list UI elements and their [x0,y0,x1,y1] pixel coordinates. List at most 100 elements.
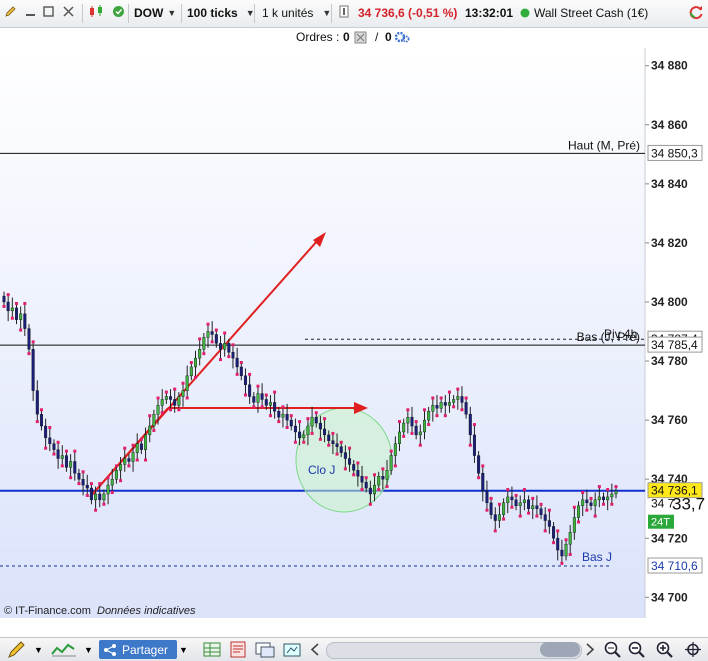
orders-row: Ordres : 0 / 0 [0,27,708,48]
copyright-text: © IT-Finance.com [4,605,91,617]
price-chart[interactable]: Haut (M, Pré)Piv 4hBas (J, Pré)Bas J Clo… [0,48,708,618]
candle-marker [581,490,585,494]
orders-count-2: 0 [385,30,392,44]
candle-body [456,396,460,400]
minimize-icon[interactable] [24,5,37,18]
candle-body [373,484,377,495]
candle-body [285,414,289,421]
candle-marker [169,408,173,412]
candle-marker [177,408,181,412]
y-tick-label: 34 720 [651,531,688,545]
scroll-right-icon[interactable] [583,640,597,659]
candle-body [252,396,256,403]
candle-body [385,470,389,480]
candle-marker [327,443,331,447]
candle-marker [452,405,456,409]
candle-marker [539,502,543,506]
candle-marker [14,301,18,305]
share-button[interactable]: Partager [99,640,177,659]
crosshair-icon[interactable] [682,640,704,659]
candle-body [173,399,177,406]
drawing-tools-icon[interactable] [6,640,28,659]
zoom-fit-icon[interactable] [602,640,624,659]
orders-label: Ordres : [296,30,340,44]
scrollbar-thumb[interactable] [540,642,580,657]
candle-marker [89,482,93,486]
maximize-icon[interactable] [42,5,55,18]
candle-body [477,455,481,474]
candle-marker [302,440,306,444]
level-name: Haut (M, Pré) [568,138,640,152]
chevron-down-icon[interactable]: ▼ [34,640,43,659]
candle-marker [614,485,618,489]
screenshot-icon[interactable] [282,640,302,659]
candle-marker [227,355,231,359]
scroll-left-icon[interactable] [308,640,322,659]
candle-body [264,399,268,406]
level-value-label: 34 710,6 [651,559,698,573]
candle-marker [339,440,343,444]
candle-body [123,458,127,465]
refresh-icon[interactable] [688,4,704,20]
pencil-icon[interactable] [4,5,17,18]
candle-marker [119,479,123,483]
candle-marker [298,420,302,424]
candle-marker [39,408,43,412]
candle-marker [102,502,106,506]
candle-marker [223,331,227,335]
candle-body [514,499,518,506]
candle-body [31,349,35,391]
candle-marker [248,372,252,376]
candle-body [527,499,531,509]
candle-body [314,416,318,424]
candle-body [148,425,152,436]
candle-marker [81,470,85,474]
window-layout-icon[interactable] [254,640,276,659]
instrument-selector[interactable]: DOW ▼ [134,3,176,23]
candle-body [23,313,27,329]
chevron-down-icon[interactable]: ▼ [179,640,188,659]
candle-body [85,484,89,489]
candle-body [10,307,14,312]
candle-marker [19,328,23,332]
candle-body [522,499,526,504]
alert-icon[interactable] [112,5,125,18]
size-selector[interactable]: 1 k unités ▼ [262,3,331,23]
candle-marker [85,493,89,497]
candle-marker [127,464,131,468]
candle-marker [243,393,247,397]
candle-marker [460,408,464,412]
candle-body [235,357,239,368]
orders-list-icon[interactable] [354,31,367,44]
last-price-big: 33,7 [672,495,705,514]
candle-marker [402,434,406,438]
indicators-icon[interactable] [50,640,78,659]
candle-marker [144,458,148,462]
table-icon[interactable] [202,640,222,659]
candle-body [402,422,406,433]
info-icon[interactable] [339,5,349,18]
zoom-out-icon[interactable] [627,640,647,659]
orders-book-icon[interactable] [228,640,248,659]
settings-gear-icon[interactable] [394,30,410,44]
candle-body [335,443,339,447]
candle-marker [506,488,510,492]
chevron-down-icon[interactable]: ▼ [84,640,93,659]
candle-marker [393,464,397,468]
candle-body [81,478,85,486]
candle-marker [69,476,73,480]
zoom-in-icon[interactable] [655,640,675,659]
candle-body [48,437,52,444]
candle-marker [497,502,501,506]
candle-body [556,538,560,551]
candle-body [381,476,385,480]
candlestick-chart-icon[interactable] [88,5,106,18]
candle-body [422,419,426,433]
candle-body [39,414,43,427]
candle-marker [364,476,368,480]
close-window-icon[interactable] [62,5,75,18]
candle-marker [289,414,293,418]
interval-selector[interactable]: 100 ticks ▼ [187,3,255,23]
candle-body [181,390,185,397]
candle-body [389,455,393,471]
